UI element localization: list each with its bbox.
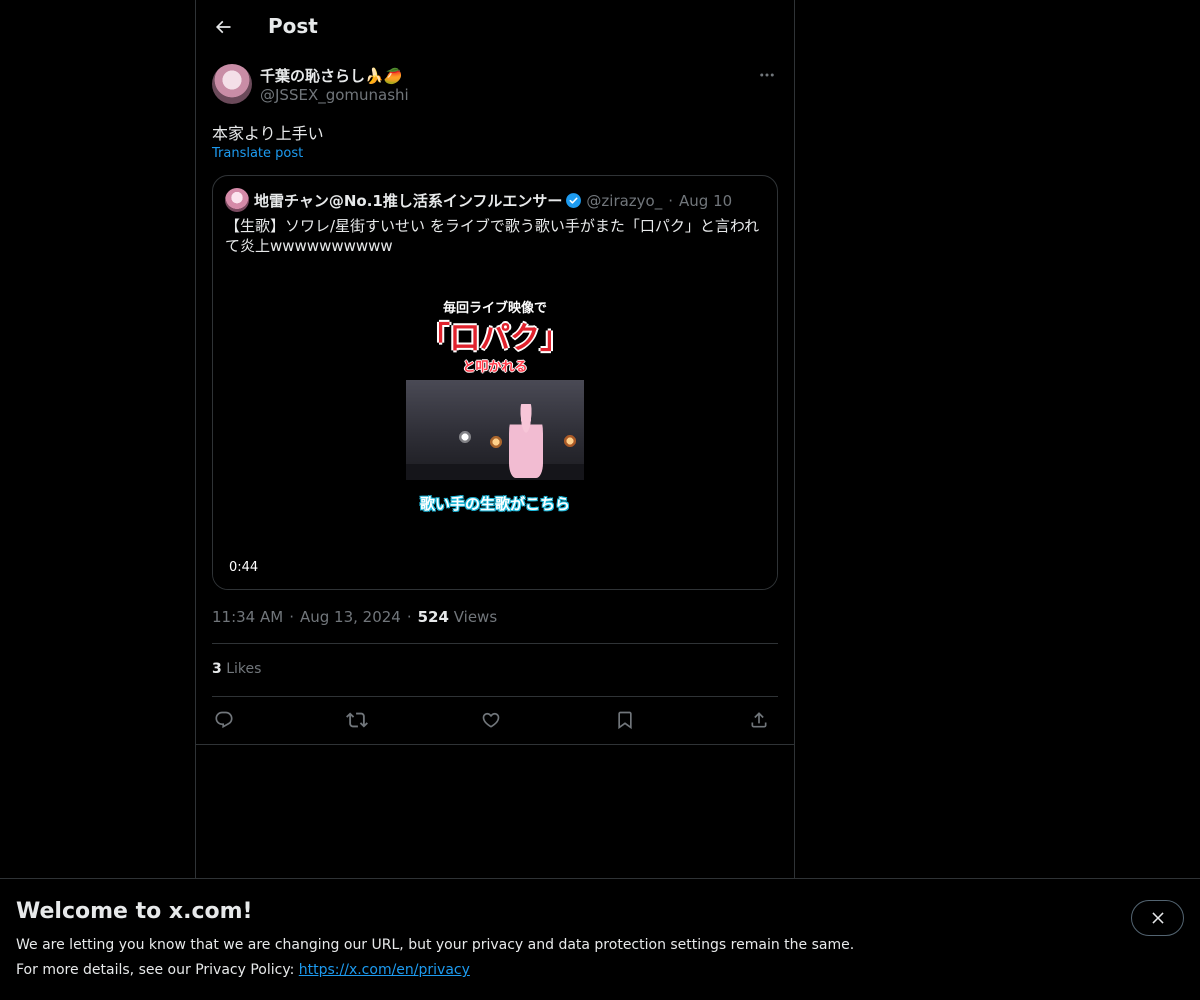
likes-stat[interactable]: 3 Likes	[212, 661, 261, 677]
heart-icon	[482, 712, 500, 728]
views-label: Views	[453, 608, 498, 626]
divider	[212, 643, 778, 644]
video-player[interactable]: 毎回ライブ映像で 「口パク」 と叩かれる 歌い手の生歌がこちら 0:44	[213, 261, 777, 589]
author-handle[interactable]: @JSSEX_gomunashi	[260, 86, 409, 104]
divider	[196, 744, 794, 745]
share-button[interactable]	[747, 706, 771, 734]
video-duration: 0:44	[225, 559, 263, 576]
page-header: Post	[196, 0, 794, 54]
banner-close-button[interactable]	[1131, 900, 1184, 936]
repost-button[interactable]	[345, 706, 369, 734]
quoted-post-text: 【生歌】ソワレ/星街すいせい をライブで歌う歌い手がまた「口パク」と言われて炎上…	[225, 217, 760, 255]
bookmark-icon	[618, 711, 632, 730]
translate-post-link[interactable]: Translate post	[212, 146, 303, 161]
video-caption-bottom: 歌い手の生歌がこちら	[419, 495, 570, 513]
stage-floor	[406, 464, 584, 480]
separator-dot: ·	[668, 191, 674, 210]
more-options-button[interactable]	[756, 64, 778, 86]
likes-count: 3	[212, 661, 222, 677]
more-horizontal-icon	[760, 73, 774, 77]
action-bar	[212, 706, 778, 734]
stage-light	[458, 430, 472, 444]
post-date[interactable]: Aug 13, 2024	[300, 608, 401, 626]
author-name[interactable]: 千葉の恥さらし🍌🥭	[260, 65, 402, 86]
page-title: Post	[268, 14, 318, 38]
post-text: 本家より上手い	[212, 124, 324, 143]
singer-figure	[509, 404, 543, 478]
banner-title: Welcome to x.com!	[16, 899, 253, 924]
reply-button[interactable]	[212, 706, 236, 734]
arrow-left-icon	[215, 20, 231, 34]
quoted-author-avatar[interactable]	[225, 188, 249, 212]
verified-badge-icon	[566, 193, 582, 208]
main-column: Post 千葉の恥さらし🍌🥭 @JSSEX_gomunashi 本家より上手い …	[195, 0, 795, 1000]
views-count: 524	[417, 608, 449, 626]
divider	[212, 696, 778, 697]
video-caption-sub: と叩かれる	[462, 360, 528, 375]
back-button[interactable]	[208, 12, 238, 42]
like-button[interactable]	[479, 706, 503, 734]
welcome-banner: Welcome to x.com! We are letting you kno…	[0, 878, 1200, 1000]
quoted-post-header: 地雷チャン@No.1推し活系インフルエンサー @zirazyo_ · Aug 1…	[254, 190, 732, 211]
close-icon	[1151, 912, 1164, 924]
quoted-author-name[interactable]: 地雷チャン@No.1推し活系インフルエンサー	[254, 190, 562, 211]
repost-icon	[346, 712, 368, 728]
author-avatar[interactable]	[212, 64, 252, 104]
bookmark-button[interactable]	[613, 706, 637, 734]
banner-message: We are letting you know that we are chan…	[16, 937, 855, 953]
stage-light	[563, 434, 577, 448]
quoted-post[interactable]: 地雷チャン@No.1推し活系インフルエンサー @zirazyo_ · Aug 1…	[212, 175, 778, 590]
reply-icon	[215, 711, 233, 729]
stage-light	[489, 435, 503, 449]
banner-privacy-prefix: For more details, see our Privacy Policy…	[16, 962, 299, 978]
quoted-author-handle[interactable]: @zirazyo_	[586, 192, 662, 210]
quoted-post-date[interactable]: Aug 10	[679, 192, 732, 210]
share-icon	[751, 712, 767, 728]
post-time[interactable]: 11:34 AM	[212, 608, 283, 626]
separator-dot: ·	[406, 608, 412, 626]
likes-label: Likes	[226, 661, 262, 677]
banner-privacy-line: For more details, see our Privacy Policy…	[16, 962, 470, 978]
video-caption-main: 「口パク」	[420, 321, 570, 356]
post-metadata: 11:34 AM · Aug 13, 2024 · 524 Views	[212, 608, 497, 626]
separator-dot: ·	[289, 608, 294, 626]
video-frame-image	[406, 380, 584, 480]
privacy-policy-link[interactable]: https://x.com/en/privacy	[299, 962, 470, 978]
